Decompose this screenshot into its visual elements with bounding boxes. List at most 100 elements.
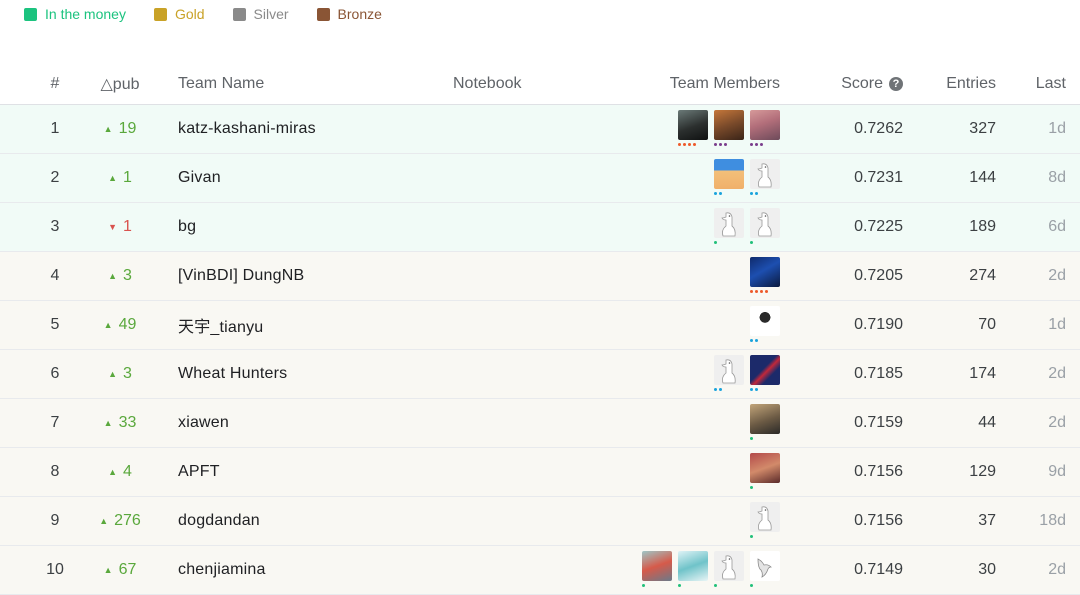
triangle-up-icon: ▲ bbox=[103, 124, 113, 134]
team-name-link[interactable]: [VinBDI] DungNB bbox=[178, 252, 458, 300]
team-member-avatar[interactable] bbox=[750, 501, 780, 541]
leaderboard-row[interactable]: 9 ▲ 276 dogdandan 0.7156 37 18d bbox=[0, 497, 1080, 546]
score-cell: 0.7156 bbox=[854, 463, 903, 480]
team-name-link[interactable]: bg bbox=[178, 203, 458, 251]
tier-indicator bbox=[750, 290, 768, 294]
team-member-avatar[interactable] bbox=[750, 354, 780, 394]
team-name-column-header[interactable]: Team Name bbox=[178, 64, 458, 104]
last-submission-cell: 2d bbox=[1048, 267, 1066, 284]
leaderboard-legend: In the money Gold Silver Bronze bbox=[24, 4, 410, 24]
leaderboard-row[interactable]: 4 ▲ 3 [VinBDI] DungNB 0.7205 274 2d bbox=[0, 252, 1080, 301]
team-name-link[interactable]: xiawen bbox=[178, 399, 458, 447]
team-member-avatar[interactable] bbox=[750, 109, 780, 149]
last-submission-cell: 2d bbox=[1048, 561, 1066, 578]
avatar-image bbox=[750, 306, 780, 336]
triangle-up-icon: ▲ bbox=[108, 173, 117, 183]
team-member-avatar[interactable] bbox=[714, 354, 744, 394]
team-name-link[interactable]: Givan bbox=[178, 154, 458, 202]
notebook-column-header[interactable]: Notebook bbox=[453, 64, 573, 104]
team-member-avatar[interactable] bbox=[750, 550, 780, 590]
team-member-avatar[interactable] bbox=[750, 305, 780, 345]
team-member-avatar[interactable] bbox=[750, 452, 780, 492]
entries-cell: 189 bbox=[969, 218, 996, 235]
leaderboard-row[interactable]: 8 ▲ 4 APFT 0.7156 129 9d bbox=[0, 448, 1080, 497]
tier-indicator bbox=[750, 241, 753, 245]
notebook-cell bbox=[453, 301, 573, 349]
avatar-image bbox=[750, 257, 780, 287]
rank-change-value: 49 bbox=[118, 316, 137, 333]
last-column-header[interactable]: Last bbox=[1000, 64, 1066, 104]
leaderboard-row[interactable]: 1 ▲ 19 katz-kashani-miras 0.7262 327 1d bbox=[0, 105, 1080, 154]
team-member-avatar[interactable] bbox=[750, 207, 780, 247]
team-name-link[interactable]: dogdandan bbox=[178, 497, 458, 545]
team-members bbox=[620, 203, 780, 251]
team-name-link[interactable]: 天宇_tianyu bbox=[178, 301, 458, 349]
rank-change-value: 19 bbox=[118, 120, 137, 137]
team-member-avatar[interactable] bbox=[714, 158, 744, 198]
score-cell: 0.7262 bbox=[854, 120, 903, 137]
team-name-link[interactable]: chenjiamina bbox=[178, 546, 458, 594]
entries-cell: 44 bbox=[978, 414, 996, 431]
avatar-image bbox=[750, 159, 780, 189]
notebook-cell bbox=[453, 399, 573, 447]
team-member-avatar[interactable] bbox=[750, 256, 780, 296]
last-submission-cell: 6d bbox=[1048, 218, 1066, 235]
tier-indicator bbox=[750, 339, 758, 343]
triangle-up-icon: ▲ bbox=[103, 418, 113, 428]
team-member-avatar[interactable] bbox=[714, 207, 744, 247]
score-cell: 0.7190 bbox=[854, 316, 903, 333]
public-delta-column-header[interactable]: △pub bbox=[92, 64, 148, 104]
team-member-avatar[interactable] bbox=[678, 109, 708, 149]
last-submission-cell: 1d bbox=[1048, 120, 1066, 137]
team-member-avatar[interactable] bbox=[678, 550, 708, 590]
team-members bbox=[620, 252, 780, 300]
tier-indicator bbox=[750, 584, 753, 588]
leaderboard-row[interactable]: 7 ▲ 33 xiawen 0.7159 44 2d bbox=[0, 399, 1080, 448]
avatar-image bbox=[714, 208, 744, 238]
tier-indicator bbox=[750, 143, 763, 147]
rank-change-value: 33 bbox=[118, 414, 137, 431]
legend-swatch bbox=[153, 7, 167, 21]
team-member-avatar[interactable] bbox=[750, 403, 780, 443]
team-members bbox=[620, 546, 780, 594]
last-submission-cell: 2d bbox=[1048, 365, 1066, 382]
avatar-image bbox=[714, 159, 744, 189]
avatar-image bbox=[714, 110, 744, 140]
avatar-image bbox=[750, 502, 780, 532]
rank-change-value: 3 bbox=[123, 365, 132, 382]
team-name-link[interactable]: APFT bbox=[178, 448, 458, 496]
leaderboard-row[interactable]: 3 ▼ 1 bg 0.7225 189 6d bbox=[0, 203, 1080, 252]
leaderboard-row[interactable]: 6 ▲ 3 Wheat Hunters 0.7185 174 2d bbox=[0, 350, 1080, 399]
tier-indicator bbox=[714, 388, 722, 392]
team-name-link[interactable]: katz-kashani-miras bbox=[178, 105, 458, 153]
entries-cell: 327 bbox=[969, 120, 996, 137]
avatar-image bbox=[642, 551, 672, 581]
team-member-avatar[interactable] bbox=[714, 109, 744, 149]
help-icon[interactable]: ? bbox=[889, 77, 903, 91]
avatar-image bbox=[750, 404, 780, 434]
notebook-cell bbox=[453, 154, 573, 202]
leaderboard-row[interactable]: 5 ▲ 49 天宇_tianyu 0.7190 70 1d bbox=[0, 301, 1080, 350]
team-member-avatar[interactable] bbox=[714, 550, 744, 590]
leaderboard-row[interactable]: 10 ▲ 67 chenjiamina 0.7149 30 2d bbox=[0, 546, 1080, 595]
avatar-image bbox=[750, 453, 780, 483]
entries-cell: 274 bbox=[969, 267, 996, 284]
legend-swatch bbox=[24, 7, 37, 21]
notebook-cell bbox=[453, 448, 573, 496]
leaderboard-row[interactable]: 2 ▲ 1 Givan 0.7231 144 8d bbox=[0, 154, 1080, 203]
public-rank-change: ▲ 276 bbox=[92, 497, 148, 545]
team-member-avatar[interactable] bbox=[750, 158, 780, 198]
tier-indicator bbox=[642, 584, 645, 588]
team-members-column-header[interactable]: Team Members bbox=[620, 64, 780, 104]
notebook-cell bbox=[453, 105, 573, 153]
score-cell: 0.7185 bbox=[854, 365, 903, 382]
entries-column-header[interactable]: Entries bbox=[920, 64, 996, 104]
leaderboard-header: # △pub Team Name Notebook Team Members S… bbox=[0, 64, 1080, 105]
avatar-image bbox=[750, 355, 780, 385]
avatar-image bbox=[714, 355, 744, 385]
notebook-cell bbox=[453, 546, 573, 594]
rank-change-value: 3 bbox=[123, 267, 132, 284]
team-member-avatar[interactable] bbox=[642, 550, 672, 590]
team-name-link[interactable]: Wheat Hunters bbox=[178, 350, 458, 398]
score-column-header[interactable]: Score ? bbox=[810, 64, 903, 104]
